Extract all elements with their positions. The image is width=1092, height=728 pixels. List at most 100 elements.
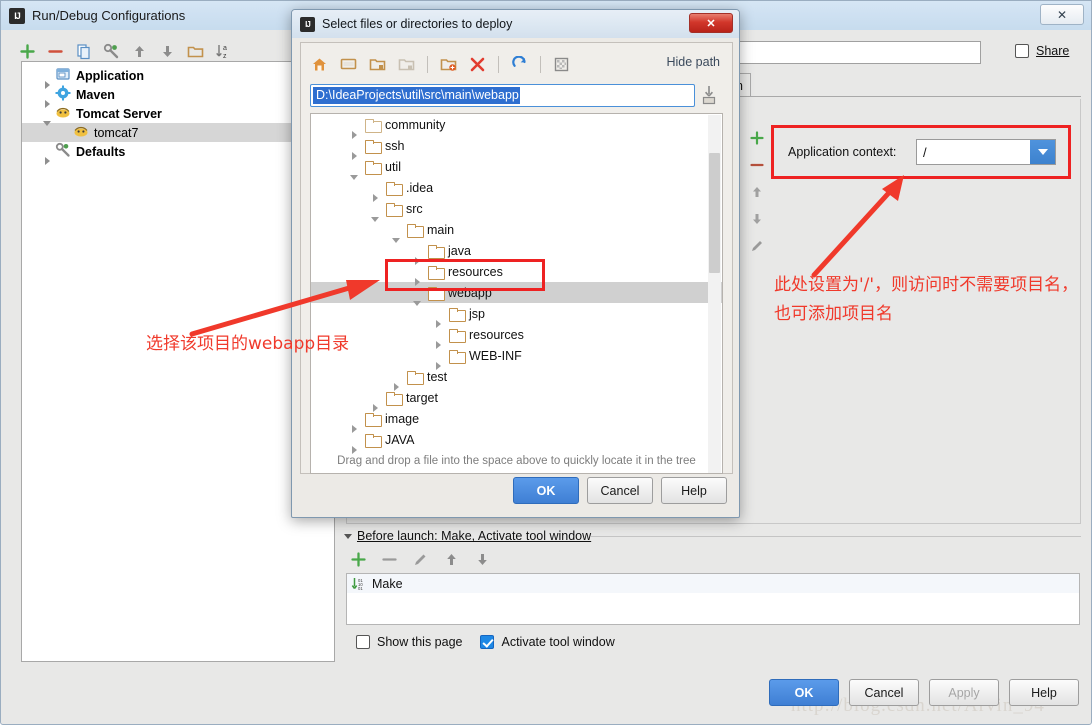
folder-icon <box>386 181 403 196</box>
edit-artifact-button[interactable] <box>750 239 764 253</box>
dialog-toolbar <box>311 51 570 77</box>
move-up-button[interactable] <box>131 43 148 60</box>
move-task-down-button[interactable] <box>475 552 489 566</box>
folder-icon <box>365 433 382 448</box>
home-directory-icon[interactable] <box>311 56 328 73</box>
dialog-buttons: OK Cancel Help <box>513 477 727 504</box>
toolbar-separator <box>427 55 428 73</box>
tree-row-label: community <box>385 117 446 132</box>
tree-row[interactable]: ssh <box>311 135 722 160</box>
tree-row[interactable]: java <box>311 240 722 265</box>
tree-row[interactable]: test <box>311 366 722 391</box>
tomcat-icon <box>73 123 89 142</box>
dialog-close-icon[interactable]: ✕ <box>689 13 733 33</box>
share-checkbox[interactable]: Share <box>1015 44 1069 58</box>
dialog-help-button[interactable]: Help <box>661 477 727 504</box>
application-context-value: / <box>923 144 927 160</box>
desktop-directory-icon[interactable] <box>340 56 357 73</box>
wrench-icon[interactable] <box>103 43 120 60</box>
create-folder-button[interactable] <box>187 43 204 60</box>
apply-button[interactable]: Apply <box>929 679 999 706</box>
list-item[interactable]: 01 10 01 Make <box>347 574 1079 593</box>
show-this-page-box[interactable] <box>356 635 370 649</box>
sort-az-icon[interactable]: az <box>215 43 232 60</box>
ok-button[interactable]: OK <box>769 679 839 706</box>
activate-tool-window-checkbox[interactable]: Activate tool window <box>480 635 615 649</box>
config-item-label: Defaults <box>76 144 126 159</box>
help-button[interactable]: Help <box>1009 679 1079 706</box>
move-artifact-up-button[interactable] <box>750 185 764 199</box>
application-context-highlight: Application context: / <box>771 125 1071 179</box>
chevron-down-icon[interactable] <box>344 533 352 539</box>
activate-tool-window-box[interactable] <box>480 635 495 649</box>
folder-icon <box>449 349 466 364</box>
svg-text:a: a <box>223 45 227 52</box>
folder-icon <box>428 244 445 259</box>
config-item-label: tomcat7 <box>94 125 139 140</box>
path-input[interactable]: D:\IdeaProjects\util\src\main\webapp <box>310 84 695 107</box>
config-item-tomcat7[interactable]: tomcat7 <box>22 123 334 142</box>
tree-row-label: JAVA <box>385 432 415 447</box>
application-context-combobox[interactable]: / <box>916 139 1056 165</box>
path-input-value: D:\IdeaProjects\util\src\main\webapp <box>313 87 520 104</box>
hide-path-link[interactable]: Hide path <box>666 55 720 69</box>
close-icon[interactable]: ✕ <box>1040 4 1084 25</box>
dialog-body: Hide path D:\IdeaProjects\util\src\main\… <box>300 42 733 474</box>
page-title: Run/Debug Configurations <box>32 8 186 23</box>
share-checkbox-box[interactable] <box>1015 44 1029 58</box>
svg-text:z: z <box>223 53 227 60</box>
copy-configuration-button[interactable] <box>75 43 92 60</box>
dialog-ok-button[interactable]: OK <box>513 477 579 504</box>
tree-row[interactable]: main <box>311 219 722 243</box>
remove-artifact-button[interactable] <box>750 158 764 172</box>
tree-row-label: jsp <box>469 306 485 321</box>
before-launch-header[interactable]: Before launch: Make, Activate tool windo… <box>344 529 591 543</box>
before-launch-task-list[interactable]: 01 10 01 Make <box>346 573 1080 625</box>
add-configuration-button[interactable] <box>19 43 36 60</box>
tree-scrollbar[interactable] <box>708 115 721 473</box>
before-launch-options: Show this page Activate tool window <box>356 635 615 649</box>
tree-row[interactable]: WEB-INF <box>311 345 722 370</box>
activate-tool-window-label: Activate tool window <box>501 635 615 649</box>
tree-row[interactable]: JAVA <box>311 429 722 454</box>
tree-row[interactable]: util <box>311 156 722 180</box>
move-task-up-button[interactable] <box>444 552 458 566</box>
move-artifact-down-button[interactable] <box>750 212 764 226</box>
tree-row-label: util <box>385 159 401 174</box>
before-launch-label: Before launch: Make, Activate tool windo… <box>357 529 592 543</box>
dialog-title: Select files or directories to deploy <box>322 17 513 31</box>
config-item-maven[interactable]: Maven <box>22 85 334 108</box>
module-directory-icon[interactable] <box>398 56 415 73</box>
annotation-arrow-right <box>811 175 904 278</box>
delete-icon[interactable] <box>469 56 486 73</box>
tree-row-label: webapp <box>448 285 492 300</box>
paste-icon[interactable] <box>701 85 717 105</box>
config-item-defaults[interactable]: Defaults <box>22 142 334 165</box>
chevron-down-icon[interactable] <box>1030 140 1055 164</box>
show-hidden-files-icon[interactable] <box>553 56 570 73</box>
folder-icon <box>386 202 403 217</box>
remove-configuration-button[interactable] <box>47 43 64 60</box>
move-down-button[interactable] <box>159 43 176 60</box>
new-folder-icon[interactable] <box>440 56 457 73</box>
tree-scrollbar-thumb[interactable] <box>709 153 720 273</box>
config-item-tomcat-server[interactable]: Tomcat Server <box>22 104 334 126</box>
add-artifact-button[interactable] <box>750 131 764 145</box>
cancel-button[interactable]: Cancel <box>849 679 919 706</box>
config-item-application[interactable]: Application <box>22 66 334 89</box>
tree-row[interactable]: target <box>311 387 722 412</box>
remove-task-button[interactable] <box>382 552 397 566</box>
configurations-tree[interactable]: Application Maven Tomcat Server tomcat7 … <box>21 61 335 662</box>
folder-icon <box>428 286 445 301</box>
edit-task-button[interactable] <box>413 552 427 566</box>
refresh-icon[interactable] <box>511 55 528 73</box>
project-directory-icon[interactable] <box>369 56 386 73</box>
maven-icon <box>55 85 71 104</box>
tree-row-label: image <box>385 411 420 426</box>
show-this-page-checkbox[interactable]: Show this page <box>356 635 462 649</box>
tree-row[interactable]: .idea <box>311 177 722 202</box>
add-task-button[interactable] <box>351 552 366 567</box>
tree-row[interactable]: community <box>311 114 722 139</box>
dialog-cancel-button[interactable]: Cancel <box>587 477 653 504</box>
drag-drop-hint: Drag and drop a file into the space abov… <box>337 455 696 467</box>
